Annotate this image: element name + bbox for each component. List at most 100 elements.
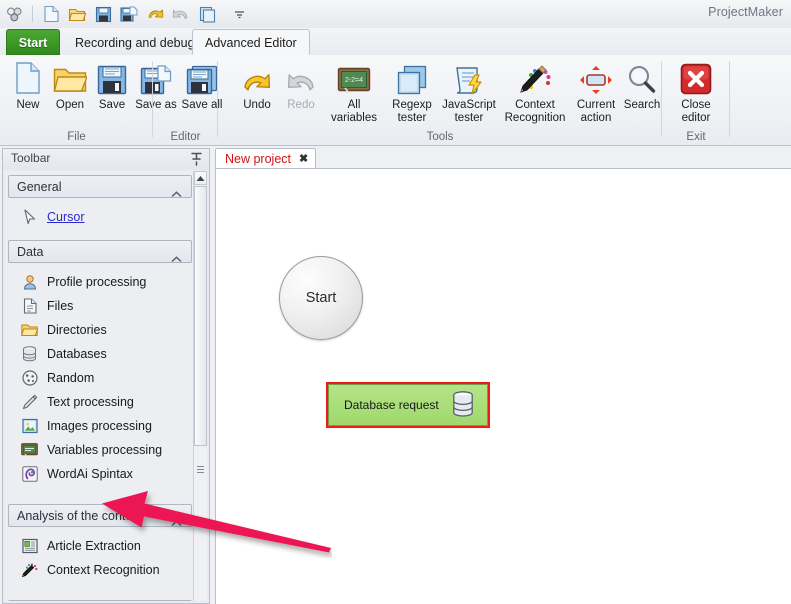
pencil-palette-icon [502,61,568,95]
sidebar-item-profile-processing[interactable]: Profile processing [5,270,195,294]
pin-icon[interactable] [190,152,203,166]
database-cylinder-icon [452,390,474,420]
start-node[interactable]: Start [279,256,363,340]
ribbon-group-label: File [67,131,86,143]
sidebar-group-label: Data [17,245,44,259]
sidebar-item-files[interactable]: Files [5,294,195,318]
sidebar-item-label: Directories [47,323,107,337]
app-menu-icon[interactable] [2,2,26,26]
window-title: ProjectMaker [708,5,783,19]
open-icon[interactable] [65,2,89,26]
ribbon-button-label: Regexp tester [392,99,432,124]
sidebar-group-data[interactable]: Data [8,240,192,263]
ribbon-button-label: JavaScript tester [442,99,496,124]
sidebar-item-label[interactable]: Cursor [47,210,85,224]
sidebar-item-random[interactable]: Random [5,366,195,390]
ribbon-group-label: Editor [170,131,201,143]
sidebar-item-wordai-spintax[interactable]: WordAi Spintax [5,462,195,486]
save-as-icon[interactable] [117,2,141,26]
tab-start[interactable]: Start [6,29,60,55]
ribbon-button-label: Context Recognition [504,99,566,124]
sidebar-item-cursor[interactable]: Cursor [5,205,195,229]
file-icon [21,298,38,315]
ribbon-group-file: New Open Save Save as Save all File [0,55,222,145]
ribbon-button-label: Save [98,99,126,111]
save-icon[interactable] [91,2,115,26]
copy-icon[interactable] [195,2,219,26]
sidebar-group-analysis-of-the-content[interactable]: Analysis of the content [8,504,192,527]
ribbon-button-current-action[interactable]: Current action [570,61,622,124]
ribbon-button-all-variables[interactable]: 2-2=4 All variables [328,61,380,124]
ribbon-button-label: All variables [330,99,378,124]
sidebar-group-label: General [17,180,62,194]
chalkboard-icon: 2-2=4 [328,61,380,95]
sidebar-scrollbar[interactable] [193,171,207,601]
sidebar-item-label: Files [47,299,74,313]
svg-text:2-2=4: 2-2=4 [345,77,363,84]
ribbon-group-label: Tools [426,131,454,143]
sidebar-group-general[interactable]: General [8,175,192,198]
ribbon-group-editor: Undo Redo Editor [153,55,315,145]
database-request-node[interactable]: Database request [326,382,490,428]
ribbon-group-label: Exit [686,131,706,143]
database-cylinder-icon [21,346,38,363]
project-canvas[interactable]: Start Database request [215,168,791,604]
chevron-up-icon [171,248,182,271]
wordai-icon [21,466,38,483]
sidebar-item-context-recognition[interactable]: Context Recognition [5,558,195,582]
sidebar-item-text-processing[interactable]: Text processing [5,390,195,414]
sidebar-item-images-processing[interactable]: Images processing [5,414,195,438]
ribbon-button-javascript-tester[interactable]: JavaScript tester [440,61,498,124]
current-action-icon [570,61,622,95]
toolbar-panel-body: General Cursor Data Profile processing F… [5,171,195,601]
sidebar-item-label: Variables processing [47,443,163,457]
tab-advanced-editor[interactable]: Advanced Editor [192,29,310,55]
ribbon-button-label: Search [623,99,661,111]
blue-books-icon [386,61,438,95]
ribbon-group-tools: 2-2=4 All variables Regexp tester JavaSc… [218,55,662,145]
sidebar-item-variables-processing[interactable]: Variables processing [5,438,195,462]
sidebar-group-help[interactable]: Help [8,600,192,601]
ribbon-group-separator [729,61,730,137]
cursor-arrow-icon [21,209,38,226]
database-request-node-label: Database request [344,398,439,412]
document-tab-label: New project [225,151,291,166]
toolbar-panel-title: Toolbar [11,151,51,165]
new-icon[interactable] [39,2,63,26]
ribbon-panel: New Open Save Save as Save all File Undo… [0,55,791,146]
dice-icon [21,370,38,387]
sidebar-item-label: Text processing [47,395,134,409]
ribbon-button-context-recognition[interactable]: Context Recognition [502,61,568,124]
redo-icon [169,2,193,26]
customize-icon[interactable] [227,2,251,26]
ribbon-button-regexp-tester[interactable]: Regexp tester [386,61,438,124]
start-node-label: Start [305,290,337,306]
toolbar-panel: Toolbar General Cursor Data Profile proc… [2,148,210,604]
ribbon-group-exit: Close editor Exit [662,55,730,145]
sidebar-item-label: Databases [47,347,107,361]
sidebar-item-directories[interactable]: Directories [5,318,195,342]
sidebar-item-databases[interactable]: Databases [5,342,195,366]
tab-recording-and-debug[interactable]: Recording and debug [62,30,208,55]
ribbon-button-label: New [16,99,40,111]
sidebar-item-article-extraction[interactable]: Article Extraction [5,534,195,558]
image-icon [21,418,38,435]
ribbon-button-close-editor[interactable]: Close editor [670,61,722,124]
qat-separator [32,6,33,22]
pen-icon [21,394,38,411]
scrollbar-thumb[interactable] [194,186,207,446]
undo-icon[interactable] [143,2,167,26]
pencil-palette-icon [21,562,38,579]
document-tab-new-project[interactable]: New project ✖ [215,148,317,170]
article-icon [21,538,38,555]
sidebar-item-label: WordAi Spintax [47,467,133,481]
scroll-up-button[interactable] [194,171,207,185]
close-icon[interactable]: ✖ [299,149,308,170]
toolbar-panel-header: Toolbar [3,149,209,170]
chalkboard-icon [21,442,38,459]
